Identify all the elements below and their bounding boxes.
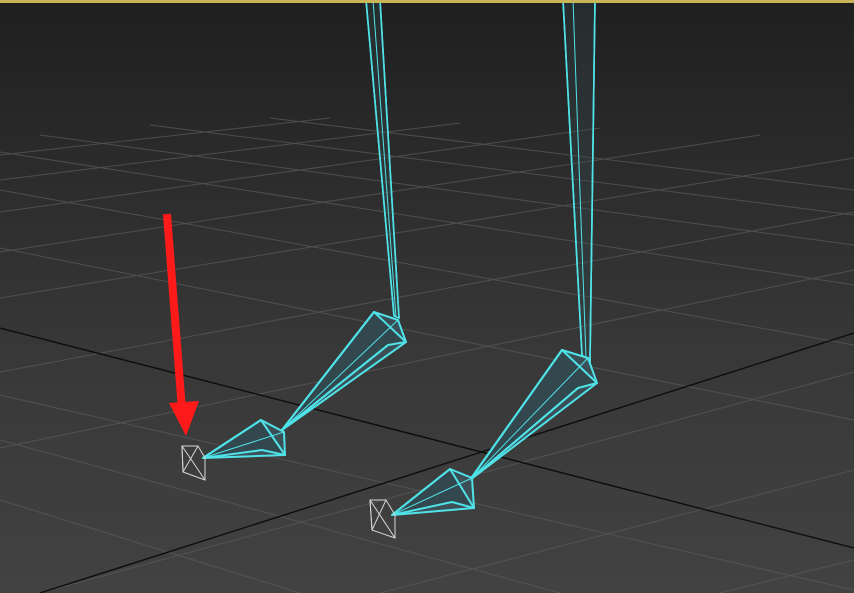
right-leg	[369, 0, 598, 539]
active-viewport-border	[0, 0, 854, 3]
grid-axis-lines	[0, 327, 854, 593]
left-toe-nub[interactable]	[181, 445, 206, 481]
right-toe-bone[interactable]	[391, 468, 475, 516]
left-calf-bone[interactable]	[365, 0, 400, 320]
home-grid	[0, 117, 854, 593]
annotation-arrow	[163, 213, 199, 436]
left-foot-bone[interactable]	[281, 311, 407, 431]
left-leg	[181, 0, 407, 481]
right-foot-bone[interactable]	[469, 349, 598, 481]
right-calf-bone[interactable]	[562, 0, 596, 364]
right-toe-nub[interactable]	[369, 499, 396, 539]
perspective-viewport[interactable]	[0, 0, 854, 593]
viewport-scene[interactable]	[0, 0, 854, 593]
left-toe-bone[interactable]	[202, 419, 286, 459]
